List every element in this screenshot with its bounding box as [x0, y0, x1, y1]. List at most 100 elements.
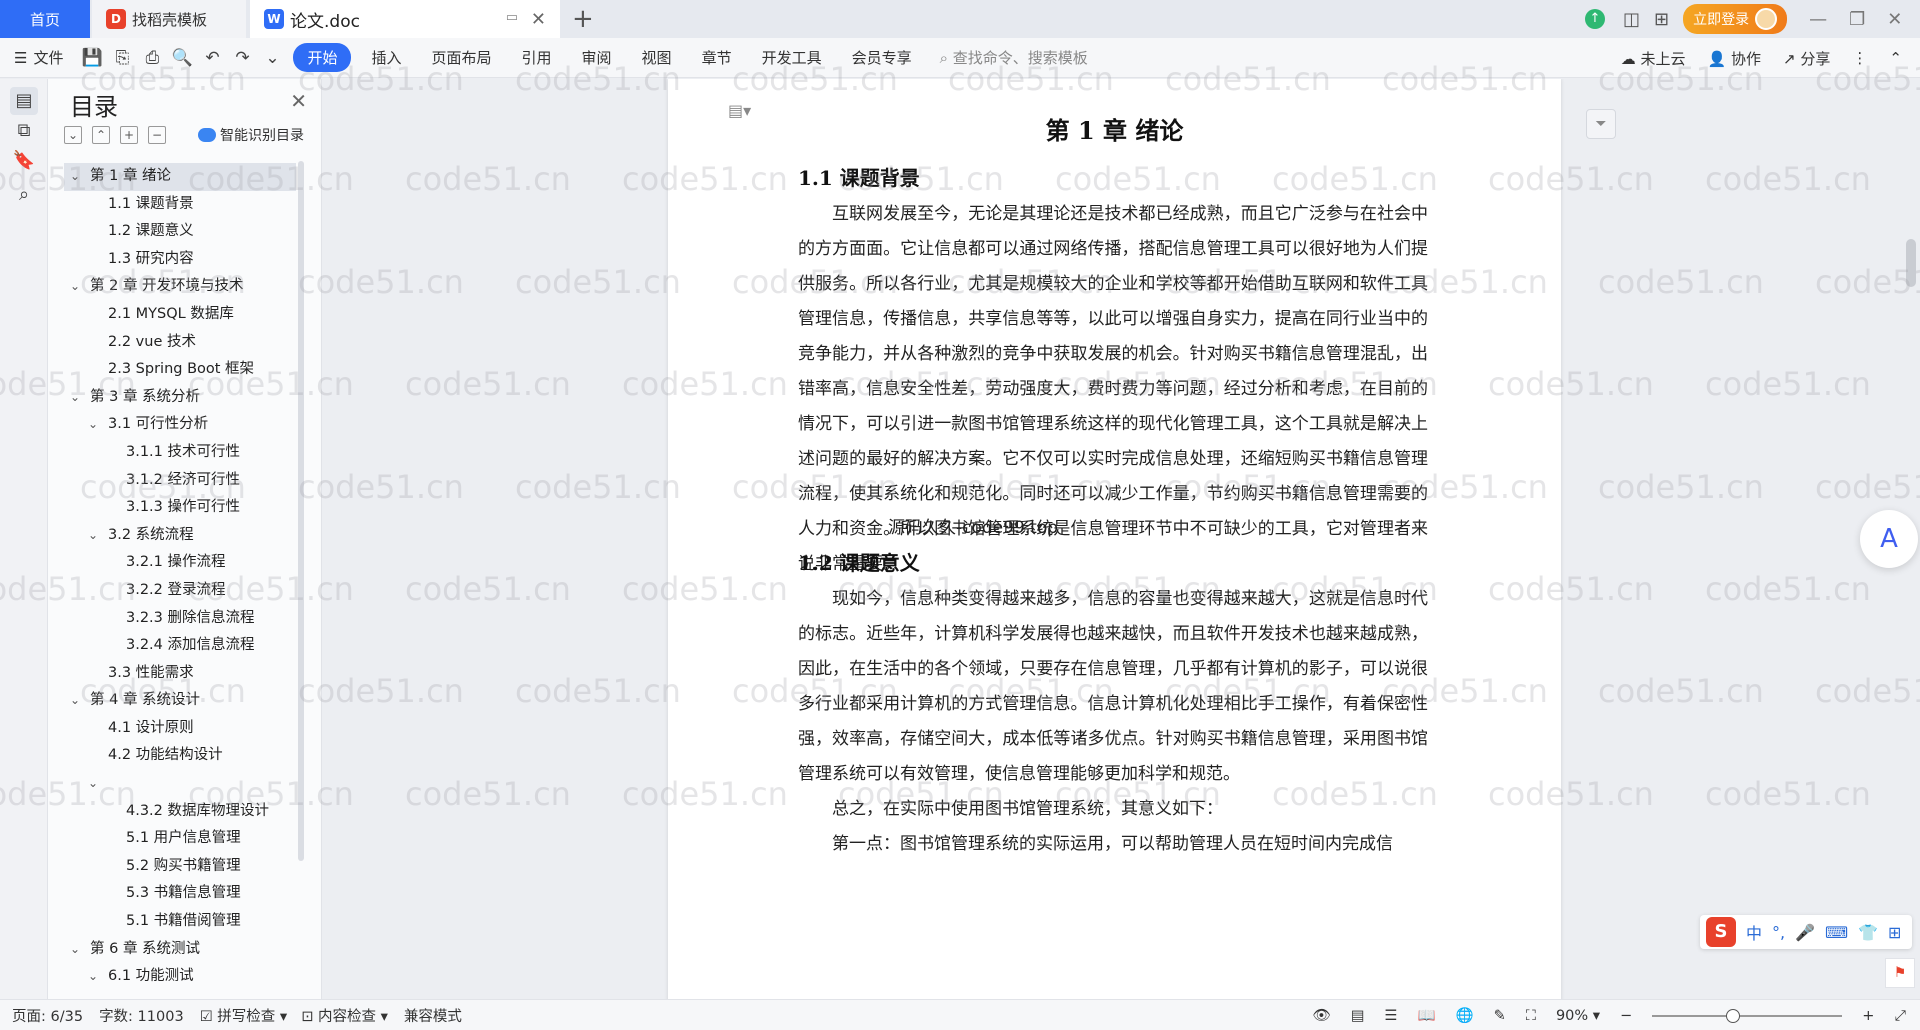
read-view-icon[interactable]: 📖: [1418, 1007, 1436, 1024]
zoom-slider[interactable]: [1652, 1008, 1843, 1023]
toc-item[interactable]: 5.1 书籍借阅管理: [64, 908, 296, 936]
toc-expand-icon[interactable]: ⌄: [88, 770, 98, 798]
cloud-button[interactable]: ☁ 未上云: [1621, 48, 1686, 69]
remove-heading-icon[interactable]: −: [148, 126, 166, 144]
web-view-icon[interactable]: 🌐: [1456, 1007, 1474, 1024]
eye-protection-icon[interactable]: 👁: [1312, 1007, 1330, 1024]
toc-item[interactable]: ⌄ 第 2 章 开发环境与技术: [64, 273, 296, 301]
collapse-all-icon[interactable]: ⌃: [92, 126, 110, 144]
tab-find-template[interactable]: D 找稻壳模板: [92, 0, 246, 38]
tab-close-icon[interactable]: ✕: [531, 9, 546, 30]
toc-expand-icon[interactable]: ⌄: [70, 687, 80, 715]
document-page[interactable]: ▤▾ 第 1 章 绪论 1.1 课题背景 互联网发展至今，无论是其理论还是技术都…: [668, 79, 1561, 999]
tab-references[interactable]: 引用: [512, 43, 562, 72]
skin-icon[interactable]: 👕: [1858, 923, 1878, 942]
tab-document[interactable]: W 论文.doc ▭ ✕: [250, 0, 560, 38]
undo-icon[interactable]: ↶: [201, 47, 223, 69]
smart-toc-button[interactable]: 智能识别目录: [198, 125, 304, 145]
tab-home-ribbon[interactable]: 开始: [293, 43, 352, 72]
toc-item[interactable]: 5.2 购买书籍管理: [64, 853, 296, 881]
more-options-icon[interactable]: ⋮: [1852, 49, 1867, 67]
toc-item[interactable]: 4.3.2 数据库物理设计: [64, 798, 296, 826]
toc-item[interactable]: 3.2.2 登录流程: [64, 577, 296, 605]
tab-page-layout[interactable]: 页面布局: [422, 43, 502, 72]
redo-icon[interactable]: ↷: [231, 47, 253, 69]
toc-item[interactable]: 3.1.1 技术可行性: [64, 439, 296, 467]
toc-item[interactable]: ⌄ 第 4 章 系统设计: [64, 687, 296, 715]
toc-item[interactable]: ⌄ 第 1 章 绪论: [64, 163, 296, 191]
page-view-icon[interactable]: ▤: [1351, 1008, 1365, 1024]
toc-scrollbar[interactable]: [298, 161, 304, 861]
share-button[interactable]: ↗ 分享: [1783, 48, 1830, 69]
zoom-level[interactable]: 90% ▾: [1556, 1008, 1600, 1024]
outline-view-icon[interactable]: ☰: [1385, 1008, 1398, 1024]
toc-panel-icon[interactable]: ▤: [10, 87, 38, 115]
collab-button[interactable]: 👤 协作: [1708, 48, 1761, 69]
toc-close-icon[interactable]: ✕: [290, 89, 307, 113]
punctuation-icon[interactable]: °,: [1772, 923, 1785, 942]
toc-expand-icon[interactable]: ⌄: [70, 936, 80, 964]
menu-icon[interactable]: ☰: [14, 49, 27, 67]
vertical-scrollbar[interactable]: [1906, 239, 1916, 287]
toc-item[interactable]: 3.2.3 删除信息流程: [64, 605, 296, 633]
filter-icon[interactable]: ⏷: [1586, 109, 1616, 139]
upload-icon[interactable]: ↑: [1585, 9, 1605, 29]
ai-assistant-icon[interactable]: A: [1860, 510, 1918, 568]
toc-item[interactable]: 3.3 性能需求: [64, 660, 296, 688]
save-icon[interactable]: 💾: [81, 47, 103, 69]
tab-section[interactable]: 章节: [692, 43, 742, 72]
collapse-ribbon-icon[interactable]: ⌃: [1889, 49, 1902, 67]
expand-all-icon[interactable]: ⌄: [64, 126, 82, 144]
microphone-icon[interactable]: 🎤: [1795, 923, 1815, 942]
toc-item[interactable]: ⌄ 3.2 系统流程: [64, 522, 296, 550]
tab-view[interactable]: 视图: [632, 43, 682, 72]
tab-insert[interactable]: 插入: [361, 43, 411, 72]
more-icon[interactable]: ⌄: [261, 47, 283, 69]
toc-item[interactable]: 1.1 课题背景: [64, 191, 296, 219]
layout-icon[interactable]: ◫: [1623, 9, 1640, 30]
toc-expand-icon[interactable]: ⌄: [70, 384, 80, 412]
word-count[interactable]: 字数: 11003: [99, 1005, 184, 1026]
toc-item[interactable]: 4.1 设计原则: [64, 715, 296, 743]
keyboard-icon[interactable]: ⌨: [1825, 923, 1848, 942]
bookmark-icon[interactable]: 🔖: [10, 147, 38, 175]
toc-item[interactable]: 2.1 MYSQL 数据库: [64, 301, 296, 329]
toc-item[interactable]: 1.3 研究内容: [64, 246, 296, 274]
tab-home[interactable]: 首页: [0, 0, 90, 38]
toc-item[interactable]: ⌄ 第 6 章 系统测试: [64, 936, 296, 964]
new-tab-icon[interactable]: +: [572, 4, 594, 34]
spell-check-button[interactable]: ☑ 拼写检查 ▾: [200, 1005, 288, 1026]
fullscreen-icon[interactable]: ⤢: [1894, 1008, 1906, 1024]
print-icon[interactable]: ⎙: [141, 47, 163, 69]
zoom-knob[interactable]: [1726, 1008, 1741, 1023]
toc-item[interactable]: 1.2 课题意义: [64, 218, 296, 246]
toolbox-icon[interactable]: ⊞: [1888, 923, 1901, 942]
toc-expand-icon[interactable]: ⌄: [70, 273, 80, 301]
toc-expand-icon[interactable]: ⌄: [88, 963, 98, 991]
close-window-icon[interactable]: ✕: [1887, 9, 1902, 30]
toc-item[interactable]: 2.2 vue 技术: [64, 329, 296, 357]
restore-icon[interactable]: ❐: [1849, 9, 1865, 30]
ime-lang[interactable]: 中: [1746, 920, 1762, 944]
tab-review[interactable]: 审阅: [572, 43, 622, 72]
pen-icon[interactable]: ✎: [1494, 1008, 1506, 1024]
toc-item[interactable]: 3.2.1 操作流程: [64, 549, 296, 577]
toc-item[interactable]: 5.1 用户信息管理: [64, 825, 296, 853]
navigation-icon[interactable]: ⧉: [10, 117, 38, 145]
toc-item[interactable]: 5.3 书籍信息管理: [64, 880, 296, 908]
window-pin-icon[interactable]: ▭: [506, 10, 518, 25]
file-menu[interactable]: 文件: [33, 47, 63, 68]
add-heading-icon[interactable]: +: [120, 126, 138, 144]
feedback-flag-icon[interactable]: ⚑: [1885, 958, 1915, 988]
toc-item[interactable]: 3.1.2 经济可行性: [64, 467, 296, 495]
preview-icon[interactable]: 🔍: [171, 47, 193, 69]
tab-member[interactable]: 会员专享: [842, 43, 922, 72]
toc-expand-icon[interactable]: ⌄: [70, 163, 80, 191]
toc-item[interactable]: 2.3 Spring Boot 框架: [64, 356, 296, 384]
toc-item[interactable]: 3.2.4 添加信息流程: [64, 632, 296, 660]
toc-item[interactable]: ⌄: [64, 770, 296, 798]
minimize-icon[interactable]: —: [1809, 9, 1827, 30]
command-search[interactable]: ⌕ 查找命令、搜索模板: [940, 47, 1088, 68]
find-icon[interactable]: ⌕: [10, 181, 38, 209]
toc-item[interactable]: 4.2 功能结构设计: [64, 742, 296, 770]
